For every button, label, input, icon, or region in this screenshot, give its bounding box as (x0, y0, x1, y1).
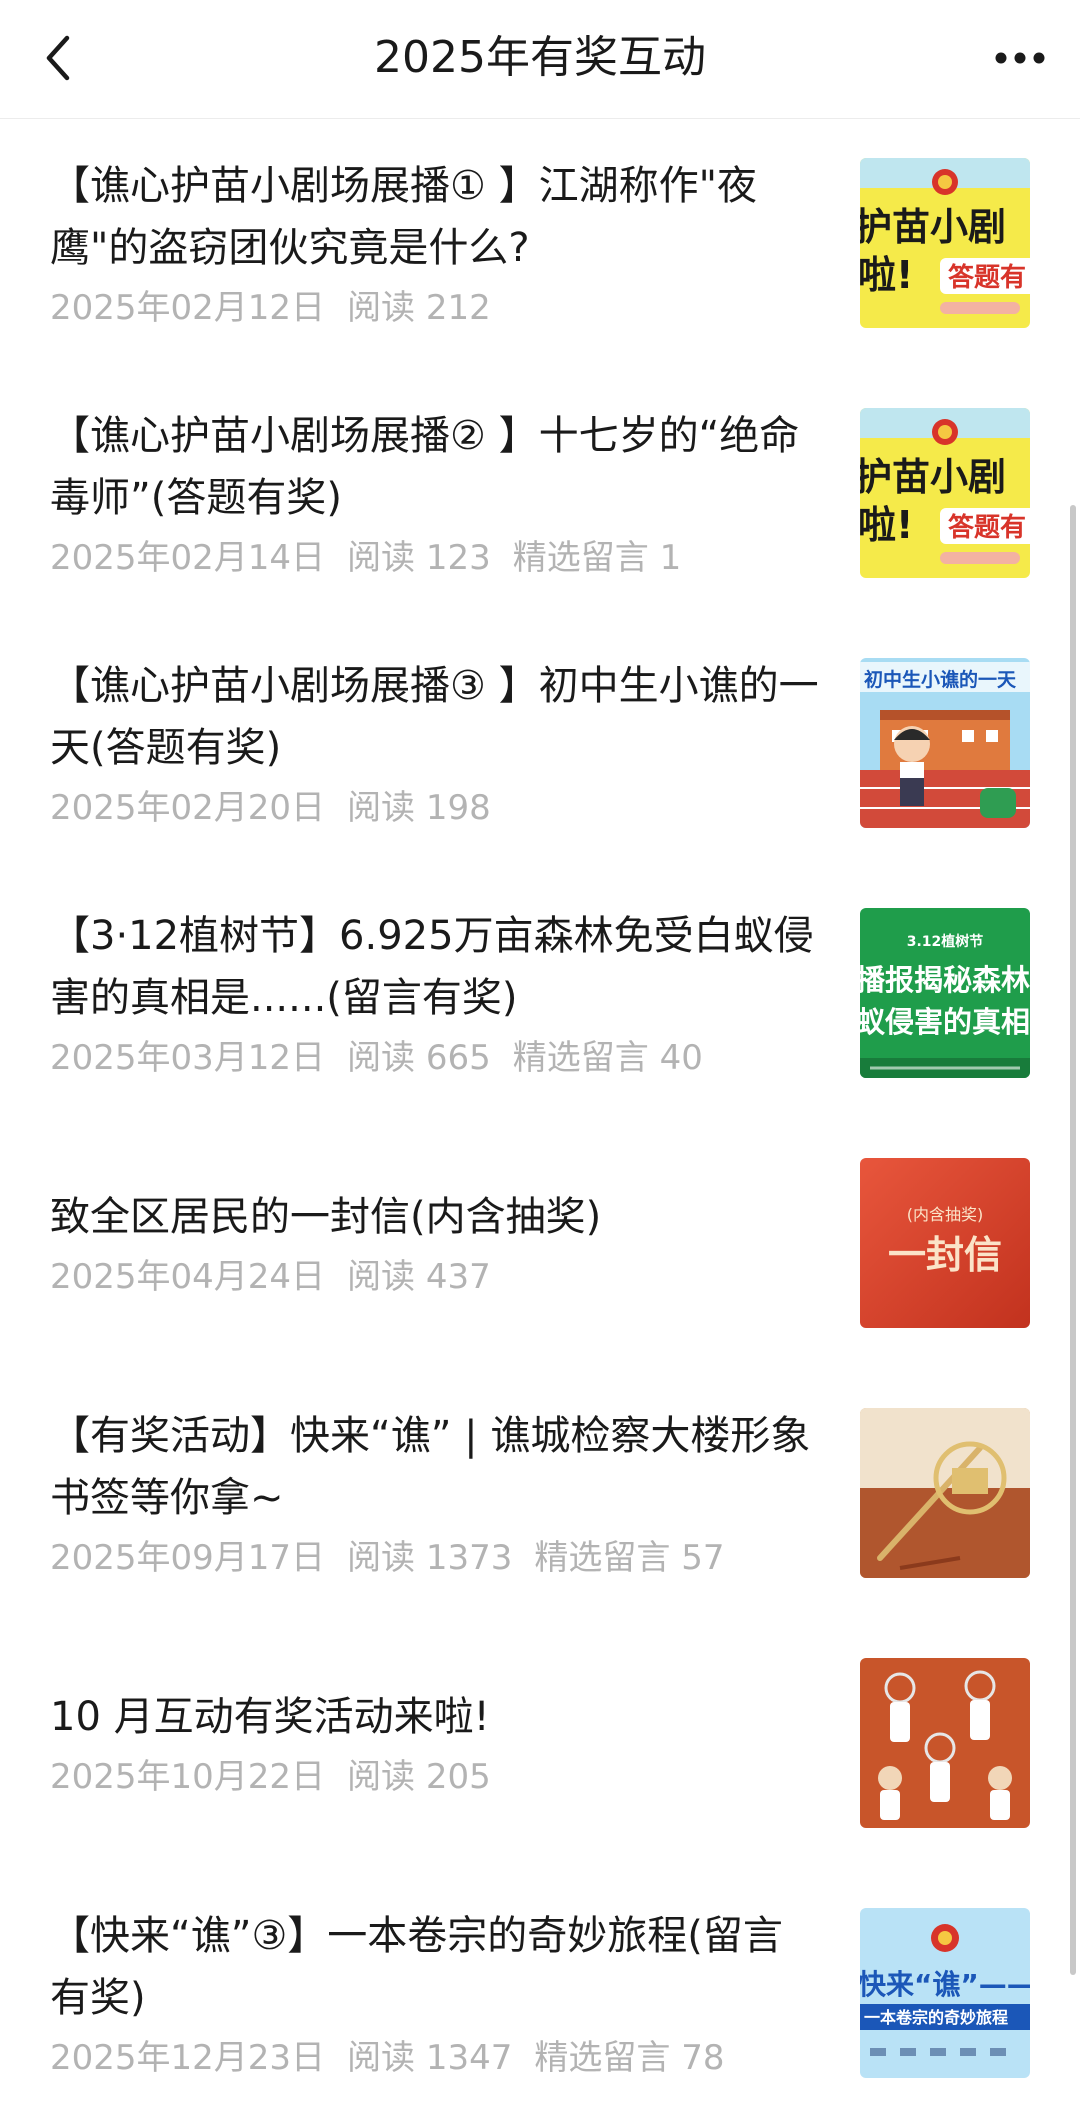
article-title: 【快来“谯”③】一本卷宗的奇妙旅程(留言有奖) (50, 1913, 783, 2021)
article-title: 【3·12植树节】6.925万亩森林免受白蚁侵害的真相是......(留言有奖) (50, 913, 814, 1021)
article-reads: 阅读 198 (347, 788, 491, 828)
back-button[interactable] (30, 30, 86, 86)
article-comments: 精选留言 57 (534, 1538, 725, 1578)
article-meta: 2025年10月22日 阅读 205 (50, 1754, 820, 1800)
article-item[interactable]: 【快来“谯”③】一本卷宗的奇妙旅程(留言有奖) 2025年12月23日 阅读 13… (0, 1868, 1080, 2118)
article-title: 【谯心护苗小剧场展播① 】江湖称作"夜鹰"的盗窃团伙究竟是什么? (50, 163, 757, 271)
article-reads: 阅读 1347 (347, 2038, 513, 2078)
thumb-text: 一本卷宗的奇妙旅程 (864, 2008, 1008, 2027)
article-text: 【谯心护苗小剧场展播③ 】初中生小谯的一天(答题有奖) 2025年02月20日阅… (50, 618, 820, 868)
thumb-text: 护苗小剧 (860, 205, 1006, 249)
article-item[interactable]: 【谯心护苗小剧场展播① 】江湖称作"夜鹰"的盗窃团伙究竟是什么? 2025年02… (0, 118, 1080, 368)
article-text: 【谯心护苗小剧场展播② 】十七岁的“绝命毒师”(答题有奖) 2025年02月14… (50, 368, 820, 618)
article-item[interactable]: 致全区居民的一封信(内含抽奖) 2025年04月24日 阅读 437 (内含抽奖)… (0, 1118, 1080, 1368)
article-text: 【快来“谯”③】一本卷宗的奇妙旅程(留言有奖) 2025年12月23日 阅读 13… (50, 1868, 820, 2118)
article-item[interactable]: 10 月互动有奖活动来啦! 2025年10月22日 阅读 205 (0, 1618, 1080, 1868)
article-thumbnail[interactable]: 护苗小剧 啦! 答题有 (860, 158, 1030, 328)
article-text: 致全区居民的一封信(内含抽奖) 2025年04月24日 阅读 437 (50, 1118, 820, 1368)
article-reads: 阅读 1373 (347, 1538, 513, 1578)
article-item[interactable]: 【有奖活动】快来“谯” | 谯城检察大楼形象书签等你拿~ 2025年09月17日… (0, 1368, 1080, 1618)
thumb-text: (内含抽奖) (907, 1205, 984, 1224)
article-meta: 2025年02月12日 阅读 212 (50, 285, 820, 331)
article-item[interactable]: 【谯心护苗小剧场展播② 】十七岁的“绝命毒师”(答题有奖) 2025年02月14… (0, 368, 1080, 618)
article-date: 2025年04月24日 (50, 1257, 326, 1297)
article-text: 10 月互动有奖活动来啦! 2025年10月22日 阅读 205 (50, 1618, 820, 1868)
thumb-text: 啦! (860, 503, 913, 547)
thumb-text: 播报揭秘森林 (860, 963, 1030, 997)
article-item[interactable]: 【谯心护苗小剧场展播③ 】初中生小谯的一天(答题有奖) 2025年02月20日阅… (0, 618, 1080, 868)
article-thumbnail[interactable]: 快来“谯”—— 一本卷宗的奇妙旅程 (860, 1908, 1030, 2078)
thumb-text: 快来“谯”—— (860, 1968, 1030, 2001)
article-reads: 阅读 205 (347, 1757, 491, 1797)
article-reads: 阅读 212 (347, 288, 491, 328)
article-thumbnail[interactable]: (内含抽奖) 一封信 (860, 1158, 1030, 1328)
more-button[interactable] (988, 30, 1052, 86)
article-comments: 精选留言 78 (534, 2038, 725, 2078)
article-comments: 精选留言 40 (512, 1038, 703, 1078)
page-title: 2025年有奖互动 (374, 32, 706, 83)
article-reads: 阅读 123 (347, 538, 491, 578)
thumb-text: 答题有 (948, 262, 1026, 293)
article-reads: 阅读 665 (347, 1038, 491, 1078)
article-meta: 2025年03月12日 阅读 665 精选留言 40 (50, 1035, 820, 1081)
article-comments: 精选留言 1 (512, 538, 682, 578)
scrollbar[interactable] (1070, 505, 1076, 1975)
article-date: 2025年03月12日 (50, 1038, 326, 1078)
article-date: 2025年10月22日 (50, 1757, 326, 1797)
article-thumbnail[interactable] (860, 1408, 1030, 1578)
article-meta: 2025年02月14日 阅读 123 精选留言 1 (50, 535, 820, 581)
thumb-text: 蚁侵害的真相 (860, 1005, 1030, 1039)
article-thumbnail[interactable]: 初中生小谯的一天 (860, 658, 1030, 828)
article-date: 2025年02月20日 (50, 788, 326, 828)
article-meta: 2025年04月24日 阅读 437 (50, 1254, 820, 1300)
article-text: 【3·12植树节】6.925万亩森林免受白蚁侵害的真相是......(留言有奖)… (50, 868, 820, 1118)
article-date: 2025年02月14日 (50, 538, 326, 578)
article-date: 2025年12月23日 (50, 2038, 326, 2078)
article-text: 【谯心护苗小剧场展播① 】江湖称作"夜鹰"的盗窃团伙究竟是什么? 2025年02… (50, 118, 820, 368)
article-meta: 2025年09月17日 阅读 1373 精选留言 57 (50, 1535, 820, 1581)
thumb-text: 答题有 (948, 512, 1026, 543)
thumb-text: 3.12植树节 (907, 933, 984, 950)
article-reads: 阅读 437 (347, 1257, 491, 1297)
article-title: 【谯心护苗小剧场展播③ 】初中生小谯的一天(答题有奖) (50, 663, 819, 771)
more-horizontal-icon (995, 52, 1045, 64)
article-text: 【有奖活动】快来“谯” | 谯城检察大楼形象书签等你拿~ 2025年09月17日… (50, 1368, 820, 1618)
chevron-left-icon (46, 35, 70, 81)
article-title: 【有奖活动】快来“谯” | 谯城检察大楼形象书签等你拿~ (50, 1413, 811, 1521)
article-meta: 2025年02月20日 阅读 198 (50, 785, 820, 831)
article-title: 10 月互动有奖活动来啦! (50, 1694, 490, 1740)
article-meta: 2025年12月23日 阅读 1347 精选留言 78 (50, 2035, 820, 2081)
thumb-text: 一封信 (888, 1232, 1002, 1277)
article-title: 【谯心护苗小剧场展播② 】十七岁的“绝命毒师”(答题有奖) (50, 413, 800, 521)
thumb-text: 啦! (860, 253, 913, 297)
article-thumbnail[interactable]: 3.12植树节 播报揭秘森林 蚁侵害的真相 (860, 908, 1030, 1078)
article-title: 致全区居民的一封信(内含抽奖) (50, 1194, 602, 1240)
article-date: 2025年02月12日 (50, 288, 326, 328)
article-date: 2025年09月17日 (50, 1538, 326, 1578)
thumb-text: 初中生小谯的一天 (864, 668, 1017, 691)
nav-bar: 2025年有奖互动 (0, 0, 1080, 119)
thumb-text: 护苗小剧 (860, 455, 1006, 499)
article-thumbnail[interactable] (860, 1658, 1030, 1828)
article-thumbnail[interactable]: 护苗小剧 啦! 答题有 (860, 408, 1030, 578)
article-item[interactable]: 【3·12植树节】6.925万亩森林免受白蚁侵害的真相是......(留言有奖)… (0, 868, 1080, 1118)
